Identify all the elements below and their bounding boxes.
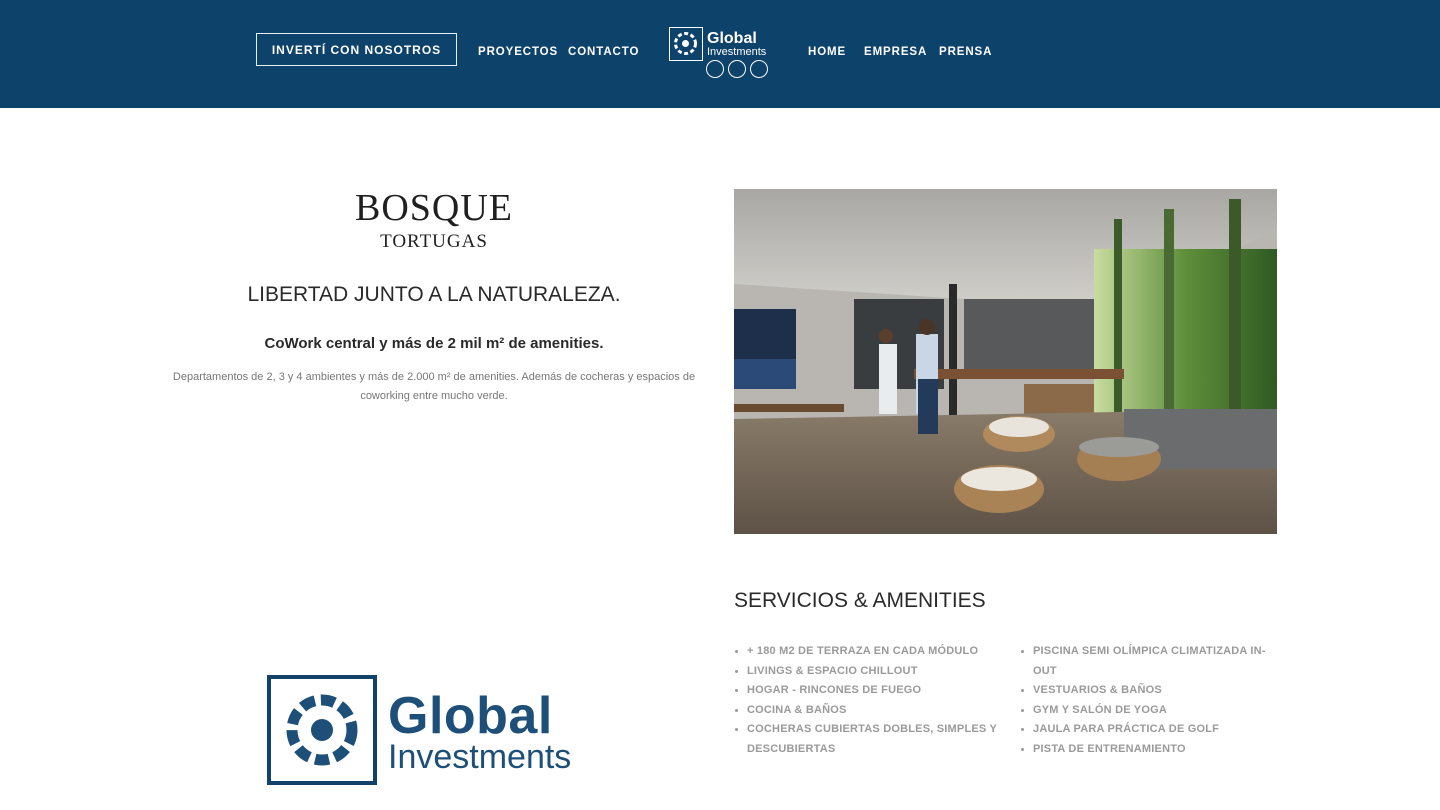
list-item: COCINA & BAÑOS — [734, 701, 1004, 721]
nav-link-prensa[interactable]: PRENSA — [939, 46, 992, 58]
top-navbar: INVERTÍ CON NOSOTROS PROYECTOS CONTACTO … — [0, 0, 1440, 108]
lightbulb-icon — [750, 60, 768, 78]
list-item: + 180 M2 DE TERRAZA EN CADA MÓDULO — [734, 642, 1004, 662]
nav-link-contacto[interactable]: CONTACTO — [568, 46, 639, 58]
list-item: PISTA DE ENTRENAMIENTO — [1020, 740, 1280, 760]
list-item: COCHERAS CUBIERTAS DOBLES, SIMPLES Y DES… — [734, 720, 1004, 759]
list-item: PISCINA SEMI OLÍMPICA CLIMATIZADA IN-OUT — [1020, 642, 1280, 681]
people-icon — [706, 60, 724, 78]
logo-global-text: Global — [388, 687, 553, 745]
chart-icon — [728, 60, 746, 78]
services-list-right: PISCINA SEMI OLÍMPICA CLIMATIZADA IN-OUT… — [1020, 642, 1280, 760]
logo-investments-text: Investments — [388, 738, 572, 776]
nav-link-proyectos[interactable]: PROYECTOS — [478, 46, 558, 58]
nav-link-empresa[interactable]: EMPRESA — [864, 46, 927, 58]
project-subheadline: CoWork central y más de 2 mil m² de amen… — [264, 335, 604, 352]
list-item: JAULA PARA PRÁCTICA DE GOLF — [1020, 720, 1280, 740]
invest-with-us-button[interactable]: INVERTÍ CON NOSOTROS — [256, 33, 457, 66]
project-brand-sub: TORTUGAS — [380, 231, 488, 252]
list-item: VESTUARIOS & BAÑOS — [1020, 681, 1280, 701]
logo-square-icon — [267, 675, 377, 785]
global-investments-logo: Global Investments — [212, 650, 632, 800]
amenities-render-image — [734, 189, 1277, 534]
logo-square-icon — [669, 27, 703, 61]
logo-investments-text: Investments — [707, 46, 767, 58]
project-headline: LIBERTAD JUNTO A LA NATURALEZA. — [247, 283, 621, 306]
services-list-left: + 180 M2 DE TERRAZA EN CADA MÓDULO LIVIN… — [734, 642, 1004, 760]
header-logo[interactable]: Global Investments — [669, 27, 779, 81]
project-brand-name: BOSQUE — [354, 187, 514, 229]
services-title: SERVICIOS & AMENITIES — [734, 589, 986, 612]
list-item: GYM Y SALÓN DE YOGA — [1020, 701, 1280, 721]
list-item: HOGAR - RINCONES DE FUEGO — [734, 681, 1004, 701]
project-description: Departamentos de 2, 3 y 4 ambientes y má… — [172, 371, 696, 402]
nav-link-home[interactable]: HOME — [808, 46, 846, 58]
list-item: LIVINGS & ESPACIO CHILLOUT — [734, 662, 1004, 682]
